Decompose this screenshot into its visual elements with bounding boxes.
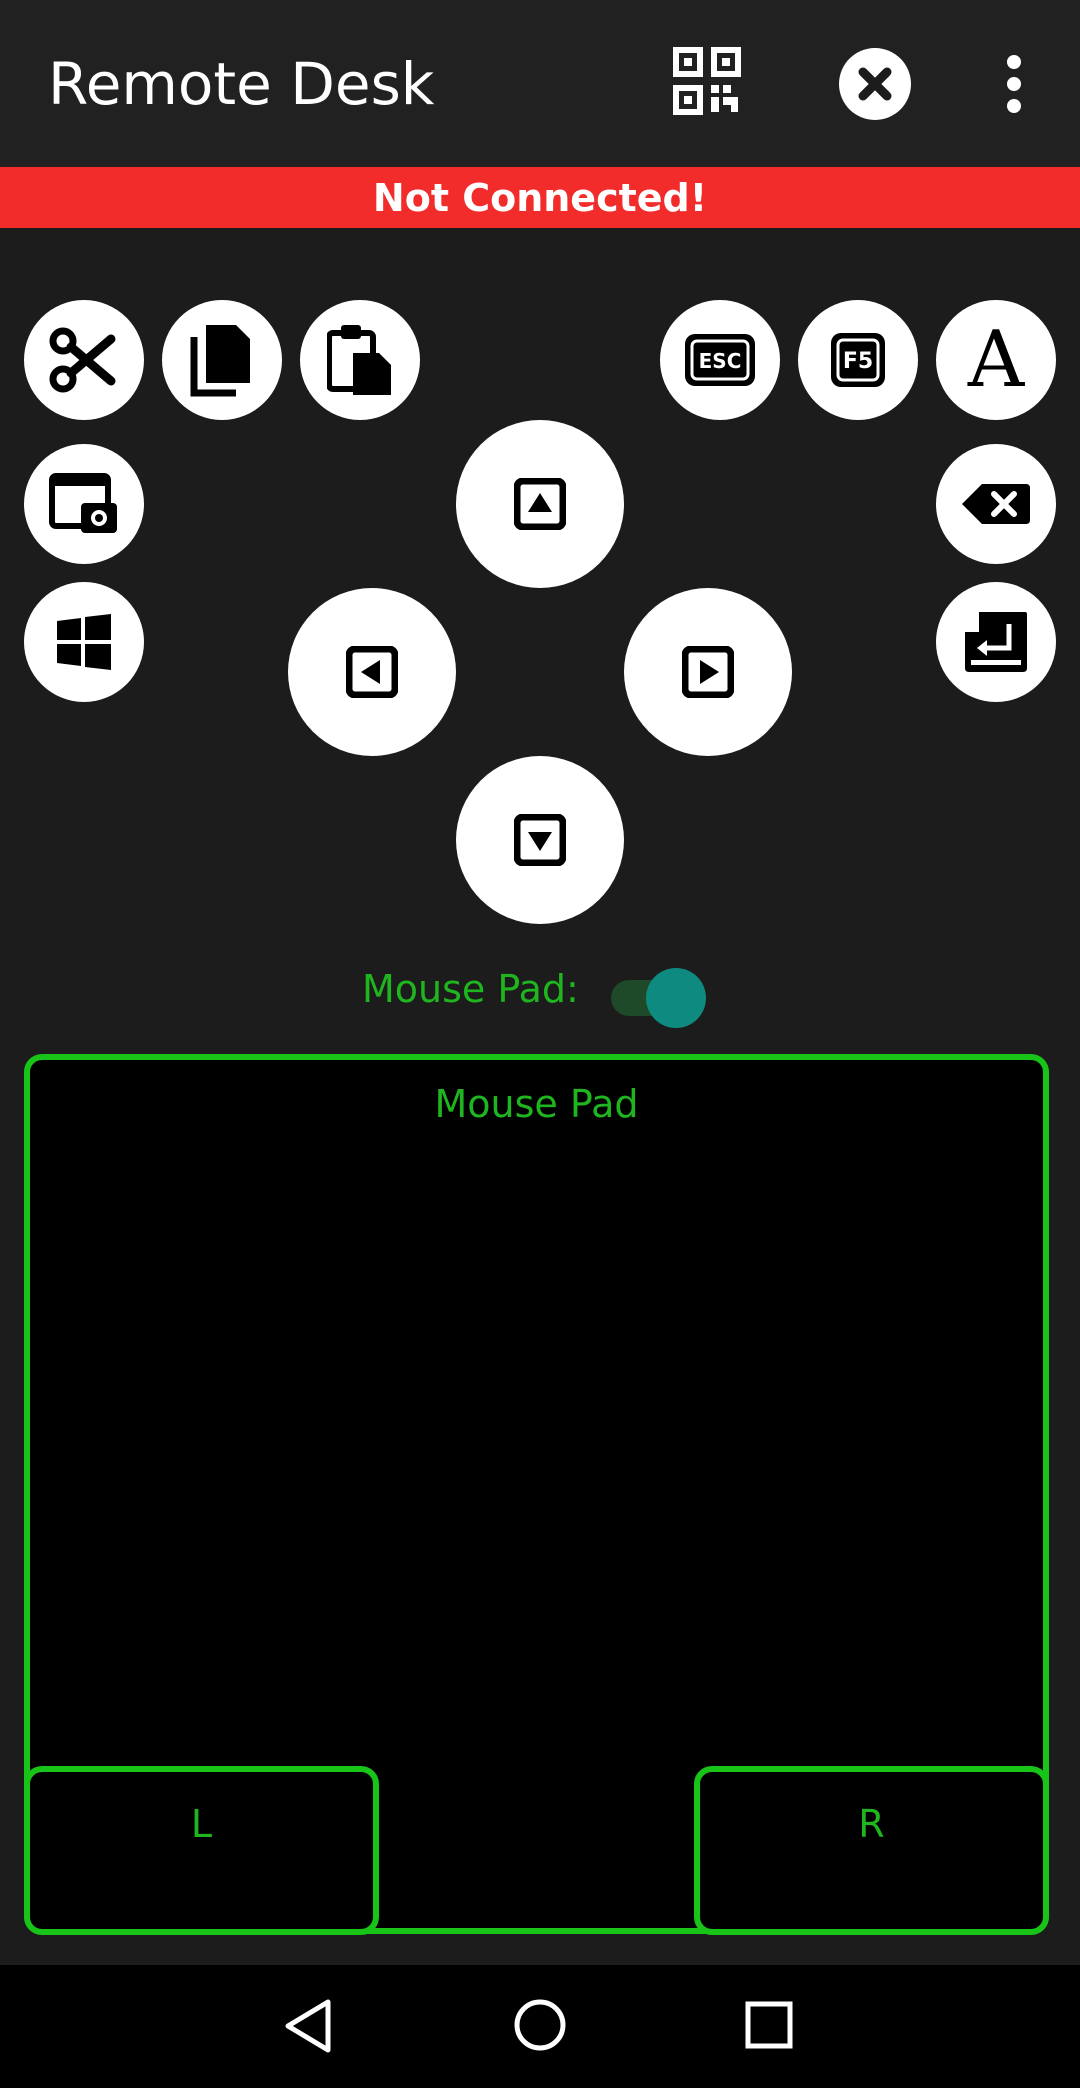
keyboard-text-button[interactable]: A: [936, 300, 1056, 420]
screenshot-button[interactable]: [24, 444, 144, 564]
mouse-pad-title: Mouse Pad: [434, 1082, 639, 1126]
cut-button[interactable]: [24, 300, 144, 420]
right-click-label: R: [858, 1802, 885, 1846]
esc-button[interactable]: ESC: [660, 300, 780, 420]
esc-label: ESC: [699, 349, 742, 373]
mouse-pad-toggle-row: Mouse Pad:: [0, 955, 1080, 1028]
left-click-label: L: [190, 1802, 213, 1846]
up-arrow-icon: [514, 478, 566, 530]
screenshot-icon: [49, 473, 117, 533]
copy-button[interactable]: [162, 300, 282, 420]
left-click-button[interactable]: L: [24, 1766, 379, 1935]
arrow-down-button[interactable]: [456, 756, 624, 924]
paste-icon: [327, 325, 391, 395]
f5-label: F5: [843, 349, 873, 374]
f5-button[interactable]: F5: [798, 300, 918, 420]
disconnect-button[interactable]: [839, 48, 911, 120]
arrow-right-button[interactable]: [624, 588, 792, 756]
windows-icon: [57, 614, 111, 670]
mouse-pad-toggle-label: Mouse Pad:: [362, 967, 579, 1011]
connection-status-banner: Not Connected!: [0, 167, 1080, 228]
more-vert-icon[interactable]: [998, 52, 1030, 116]
back-icon[interactable]: [282, 1998, 336, 2054]
backspace-icon: [962, 484, 1030, 524]
right-arrow-icon: [682, 646, 734, 698]
left-arrow-icon: [346, 646, 398, 698]
font-letter: A: [967, 315, 1025, 405]
enter-icon: [965, 612, 1027, 672]
home-icon[interactable]: [513, 1998, 567, 2052]
arrow-left-button[interactable]: [288, 588, 456, 756]
right-click-button[interactable]: R: [694, 1766, 1049, 1935]
recents-icon[interactable]: [744, 2000, 794, 2050]
copy-icon: [190, 325, 250, 397]
app-title: Remote Desk: [48, 50, 435, 118]
qr-code-icon[interactable]: [673, 47, 741, 115]
mouse-pad-area[interactable]: Mouse Pad L R: [24, 1054, 1049, 1935]
down-arrow-icon: [514, 814, 566, 866]
enter-button[interactable]: [936, 582, 1056, 702]
system-nav-bar: [0, 1965, 1080, 2088]
switch-thumb: [646, 968, 706, 1028]
paste-button[interactable]: [300, 300, 420, 420]
scissors-icon: [49, 327, 116, 393]
backspace-button[interactable]: [936, 444, 1056, 564]
arrow-up-button[interactable]: [456, 420, 624, 588]
windows-key-button[interactable]: [24, 582, 144, 702]
close-icon: [858, 67, 892, 101]
app-bar: Remote Desk: [0, 0, 1080, 167]
